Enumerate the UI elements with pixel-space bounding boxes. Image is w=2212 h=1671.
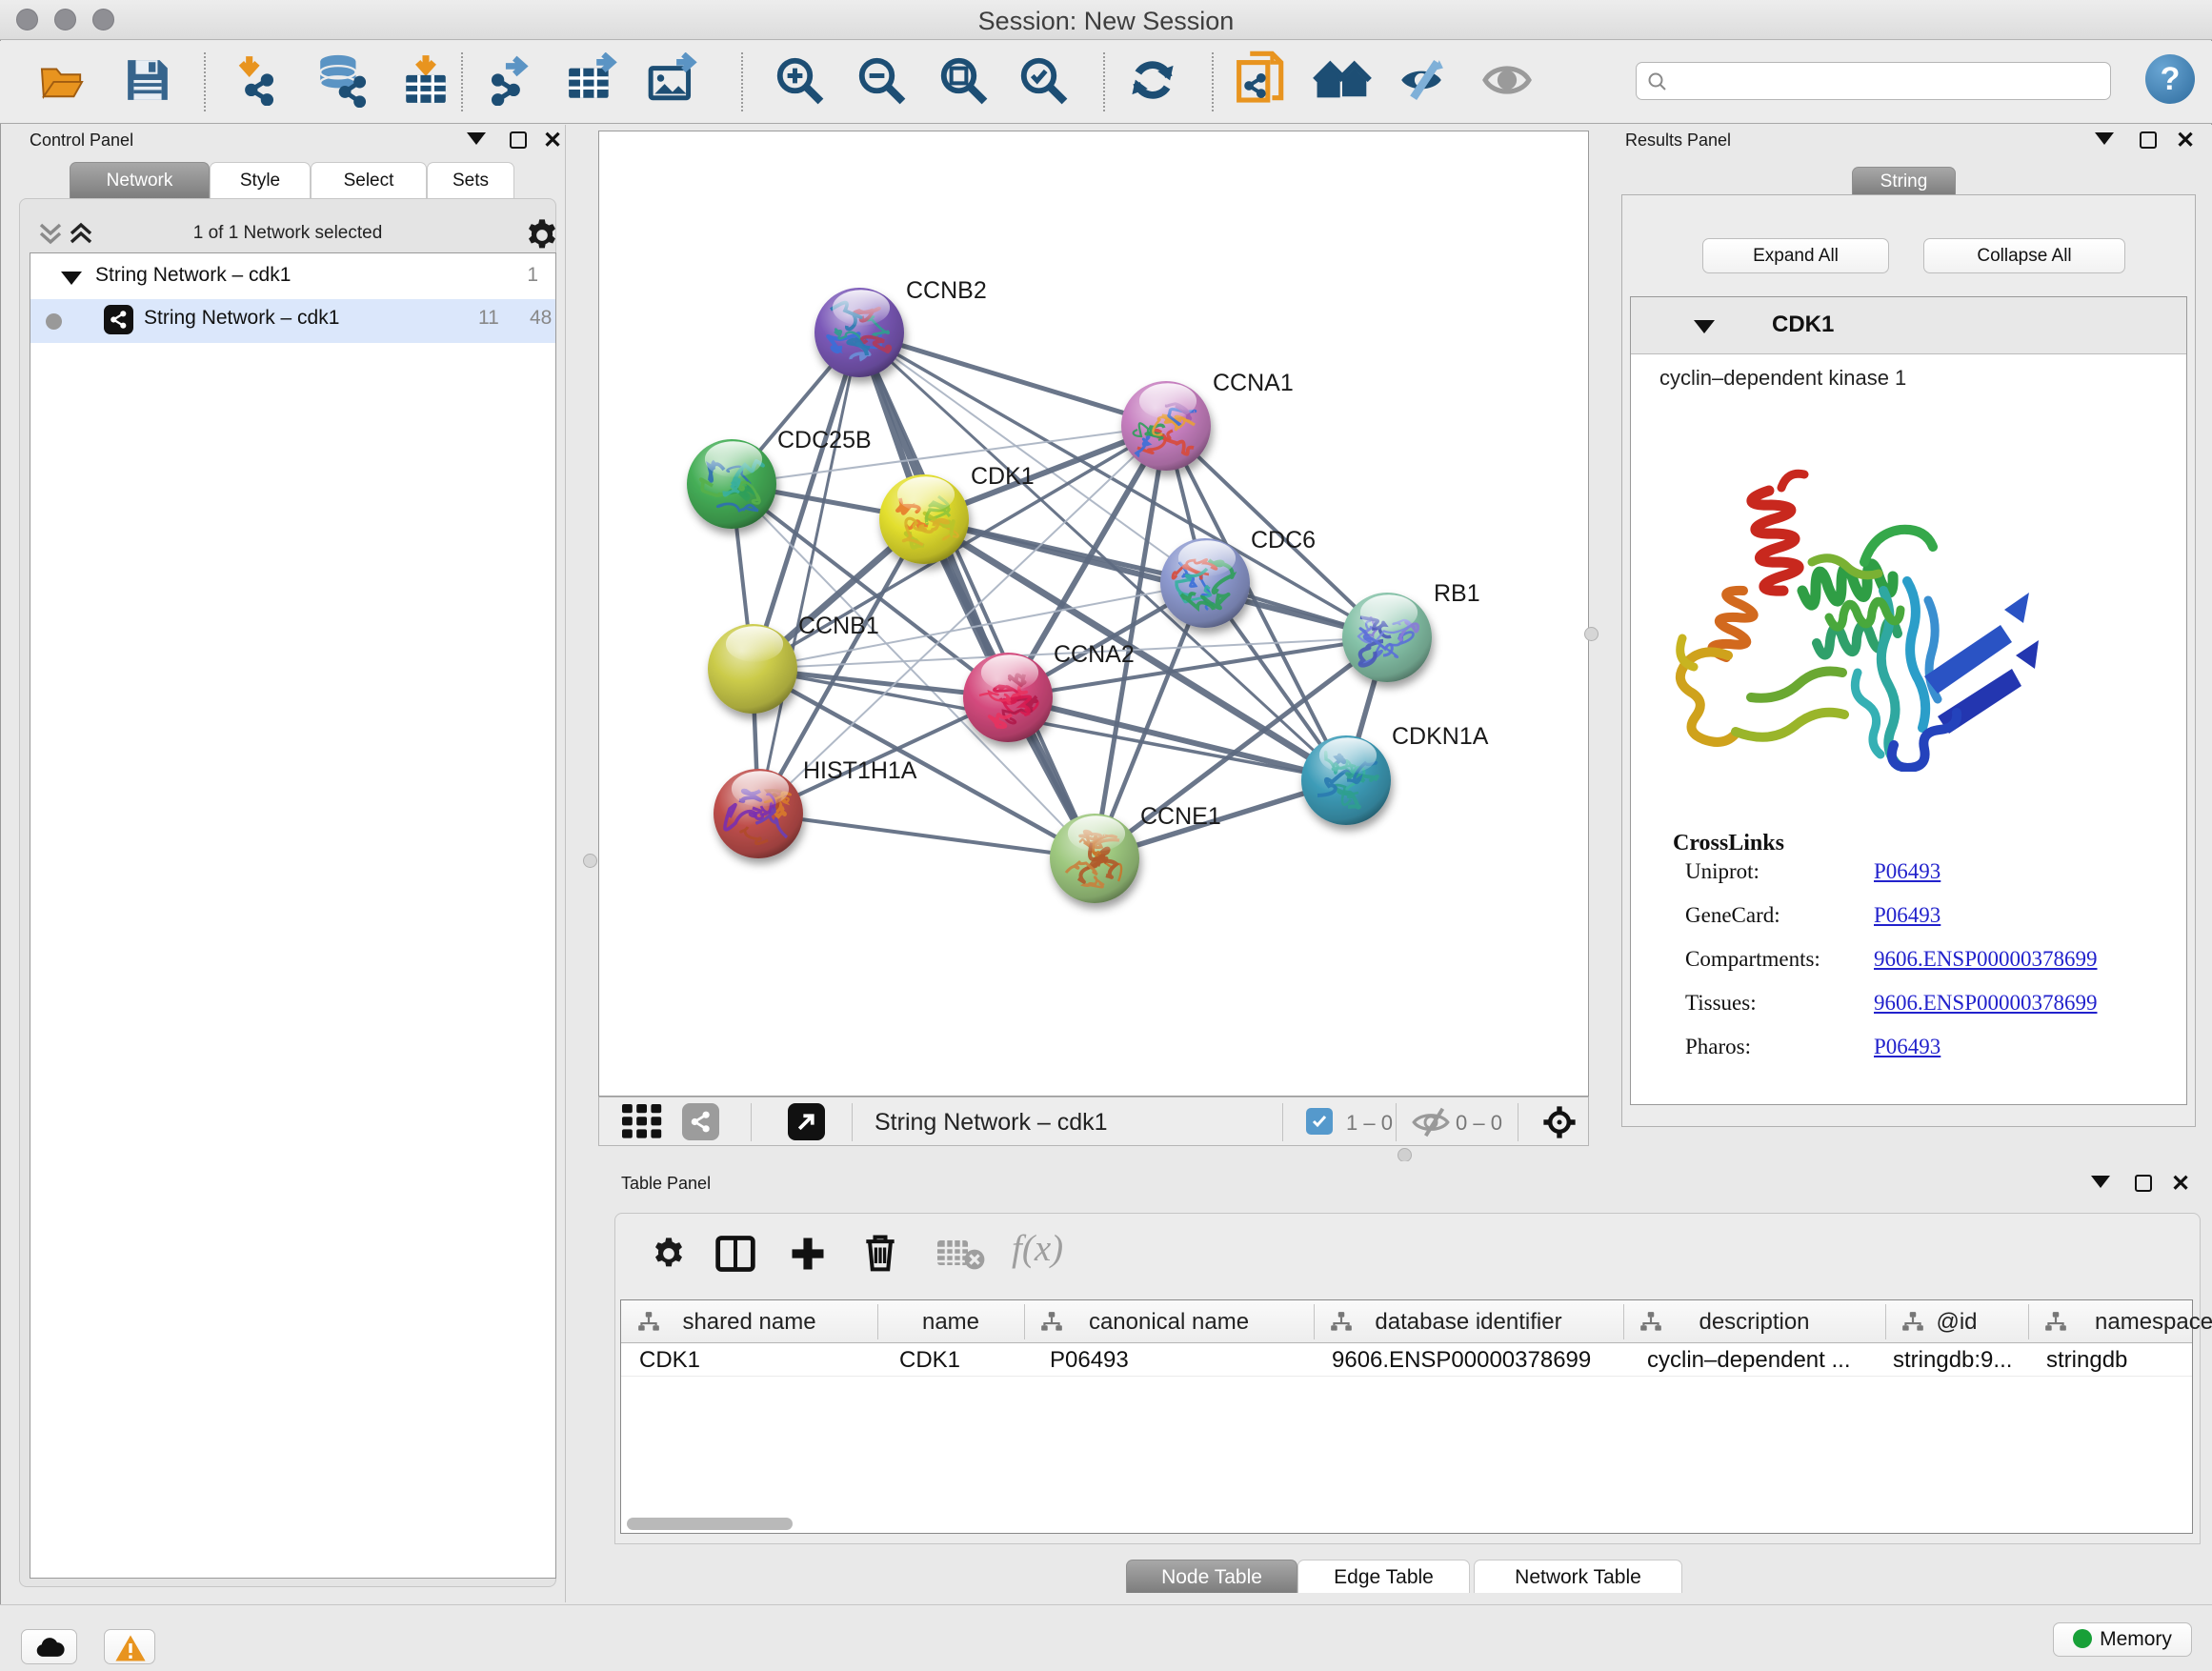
svg-text:CCNB1: CCNB1 (798, 613, 879, 639)
svg-text:CDK1: CDK1 (971, 463, 1035, 490)
svg-text:CCNB2: CCNB2 (906, 277, 987, 304)
svg-text:HIST1H1A: HIST1H1A (803, 757, 917, 784)
svg-text:CCNA1: CCNA1 (1213, 370, 1294, 396)
svg-text:RB1: RB1 (1434, 580, 1480, 607)
svg-text:CCNE1: CCNE1 (1140, 803, 1221, 830)
svg-text:CDC6: CDC6 (1251, 527, 1316, 554)
svg-text:CDKN1A: CDKN1A (1392, 723, 1489, 750)
svg-text:CDC25B: CDC25B (777, 427, 872, 453)
svg-text:CCNA2: CCNA2 (1054, 641, 1135, 668)
